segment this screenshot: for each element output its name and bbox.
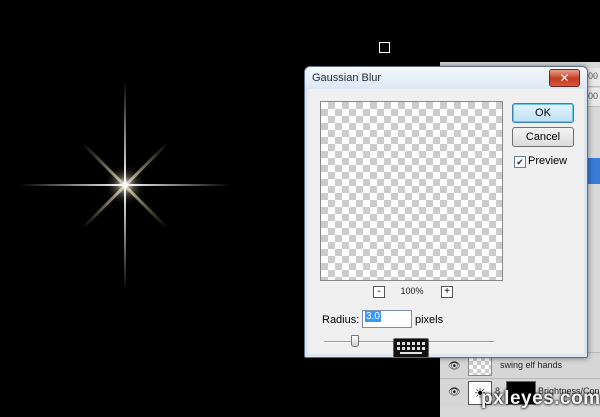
dialog-body: - 100% + OK Cancel ✔ Preview Radius: 3.0…	[308, 89, 584, 354]
radius-input[interactable]: 3.0	[362, 310, 412, 328]
eye-icon[interactable]: 👁	[448, 387, 461, 398]
eye-icon[interactable]: 👁	[448, 361, 461, 372]
radius-label: Radius:	[322, 314, 360, 326]
checkmark-icon[interactable]: ✔	[514, 156, 526, 168]
zoom-in-button[interactable]: +	[441, 286, 453, 298]
watermark-logo: pxleyes.com	[481, 388, 600, 409]
keyboard-icon[interactable]	[393, 338, 429, 358]
radius-unit-label: pixels	[415, 314, 444, 326]
ok-button[interactable]: OK	[512, 103, 574, 123]
cancel-button[interactable]: Cancel	[512, 127, 574, 147]
dialog-title: Gaussian Blur	[312, 72, 382, 84]
radius-value: 3.0	[365, 311, 381, 322]
sparkle-star-graphic	[20, 80, 230, 290]
layer-name: swing elf hands	[500, 360, 563, 370]
zoom-out-button[interactable]: -	[373, 286, 385, 298]
layer-thumbnail	[468, 356, 492, 376]
preview-checkbox-label: Preview	[528, 155, 568, 167]
transform-handle[interactable]	[379, 42, 390, 53]
close-icon[interactable]: ✕	[549, 69, 580, 87]
gaussian-blur-dialog: Gaussian Blur ✕ - 100% + OK Cancel ✔ Pre…	[304, 66, 588, 358]
radius-slider-thumb[interactable]	[351, 335, 359, 347]
zoom-level: 100%	[400, 286, 424, 296]
preview-area[interactable]	[320, 101, 503, 281]
dialog-titlebar[interactable]: Gaussian Blur ✕	[305, 67, 587, 89]
selected-layer-highlight[interactable]	[586, 158, 600, 184]
